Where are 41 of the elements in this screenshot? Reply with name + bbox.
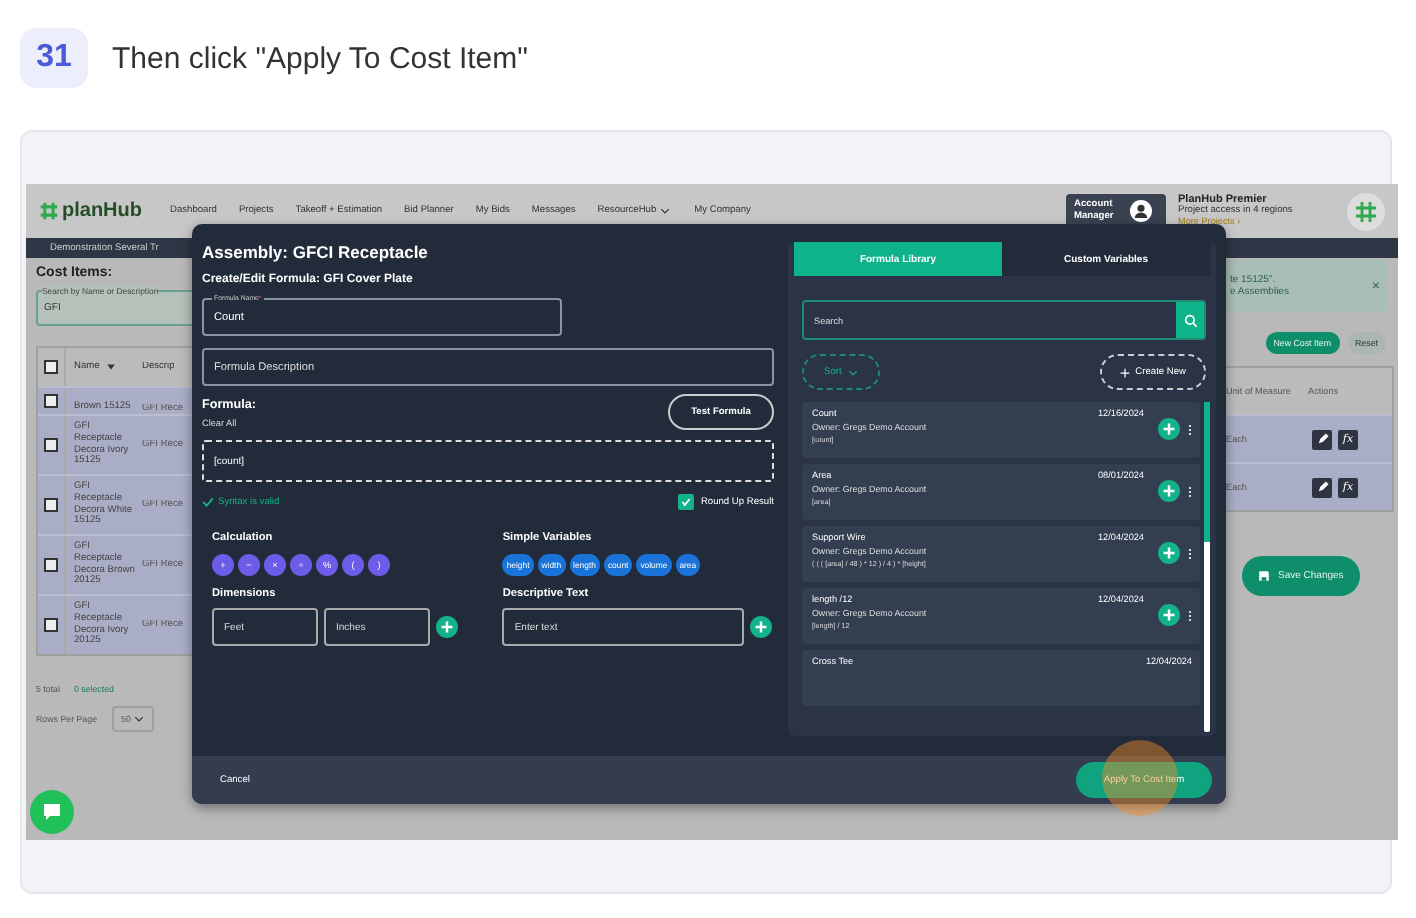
plus-icon <box>1158 418 1180 440</box>
step-number: 31 <box>20 28 88 88</box>
checkbox[interactable] <box>44 360 58 374</box>
grid-logo-icon <box>38 200 60 222</box>
floppy-icon <box>1258 570 1270 582</box>
add-button[interactable] <box>436 616 458 638</box>
plus-icon <box>1158 480 1180 502</box>
caret-icon <box>134 714 145 724</box>
chevron-down-icon <box>847 367 858 377</box>
checkbox[interactable] <box>44 618 58 632</box>
check-icon <box>680 496 693 508</box>
checkbox[interactable] <box>44 438 58 452</box>
scrollbar-thumb[interactable] <box>1204 402 1210 542</box>
checkbox[interactable] <box>44 498 58 512</box>
plus-icon <box>750 616 773 638</box>
edit-button[interactable] <box>1312 477 1332 497</box>
chat-bubble-icon <box>42 802 62 822</box>
search-icon <box>1183 313 1197 327</box>
company-logo-icon <box>1346 191 1386 231</box>
logo-text: planHub <box>62 200 142 222</box>
edit-button[interactable] <box>1312 429 1332 449</box>
add-button[interactable] <box>1158 480 1180 502</box>
step-instruction: Then click "Apply To Cost Item" <box>112 41 528 75</box>
person-icon <box>1130 200 1152 222</box>
plus-icon <box>1119 367 1130 377</box>
add-button[interactable] <box>1158 542 1180 564</box>
dialog-title: Assembly: GFCI Receptacle <box>202 242 430 262</box>
pencil-icon <box>1315 432 1329 446</box>
add-button[interactable] <box>1158 604 1180 626</box>
plus-icon <box>1158 604 1180 626</box>
plus-icon <box>436 616 458 638</box>
checkbox[interactable] <box>44 558 58 572</box>
add-button[interactable] <box>1158 418 1180 440</box>
sort-arrow-icon <box>105 362 116 372</box>
checkbox[interactable] <box>678 494 695 510</box>
checkbox[interactable] <box>44 394 58 408</box>
caret-icon <box>660 206 671 216</box>
pencil-icon <box>1315 480 1329 494</box>
add-button[interactable] <box>750 616 773 638</box>
check-icon <box>202 496 214 508</box>
plus-icon <box>1158 542 1180 564</box>
